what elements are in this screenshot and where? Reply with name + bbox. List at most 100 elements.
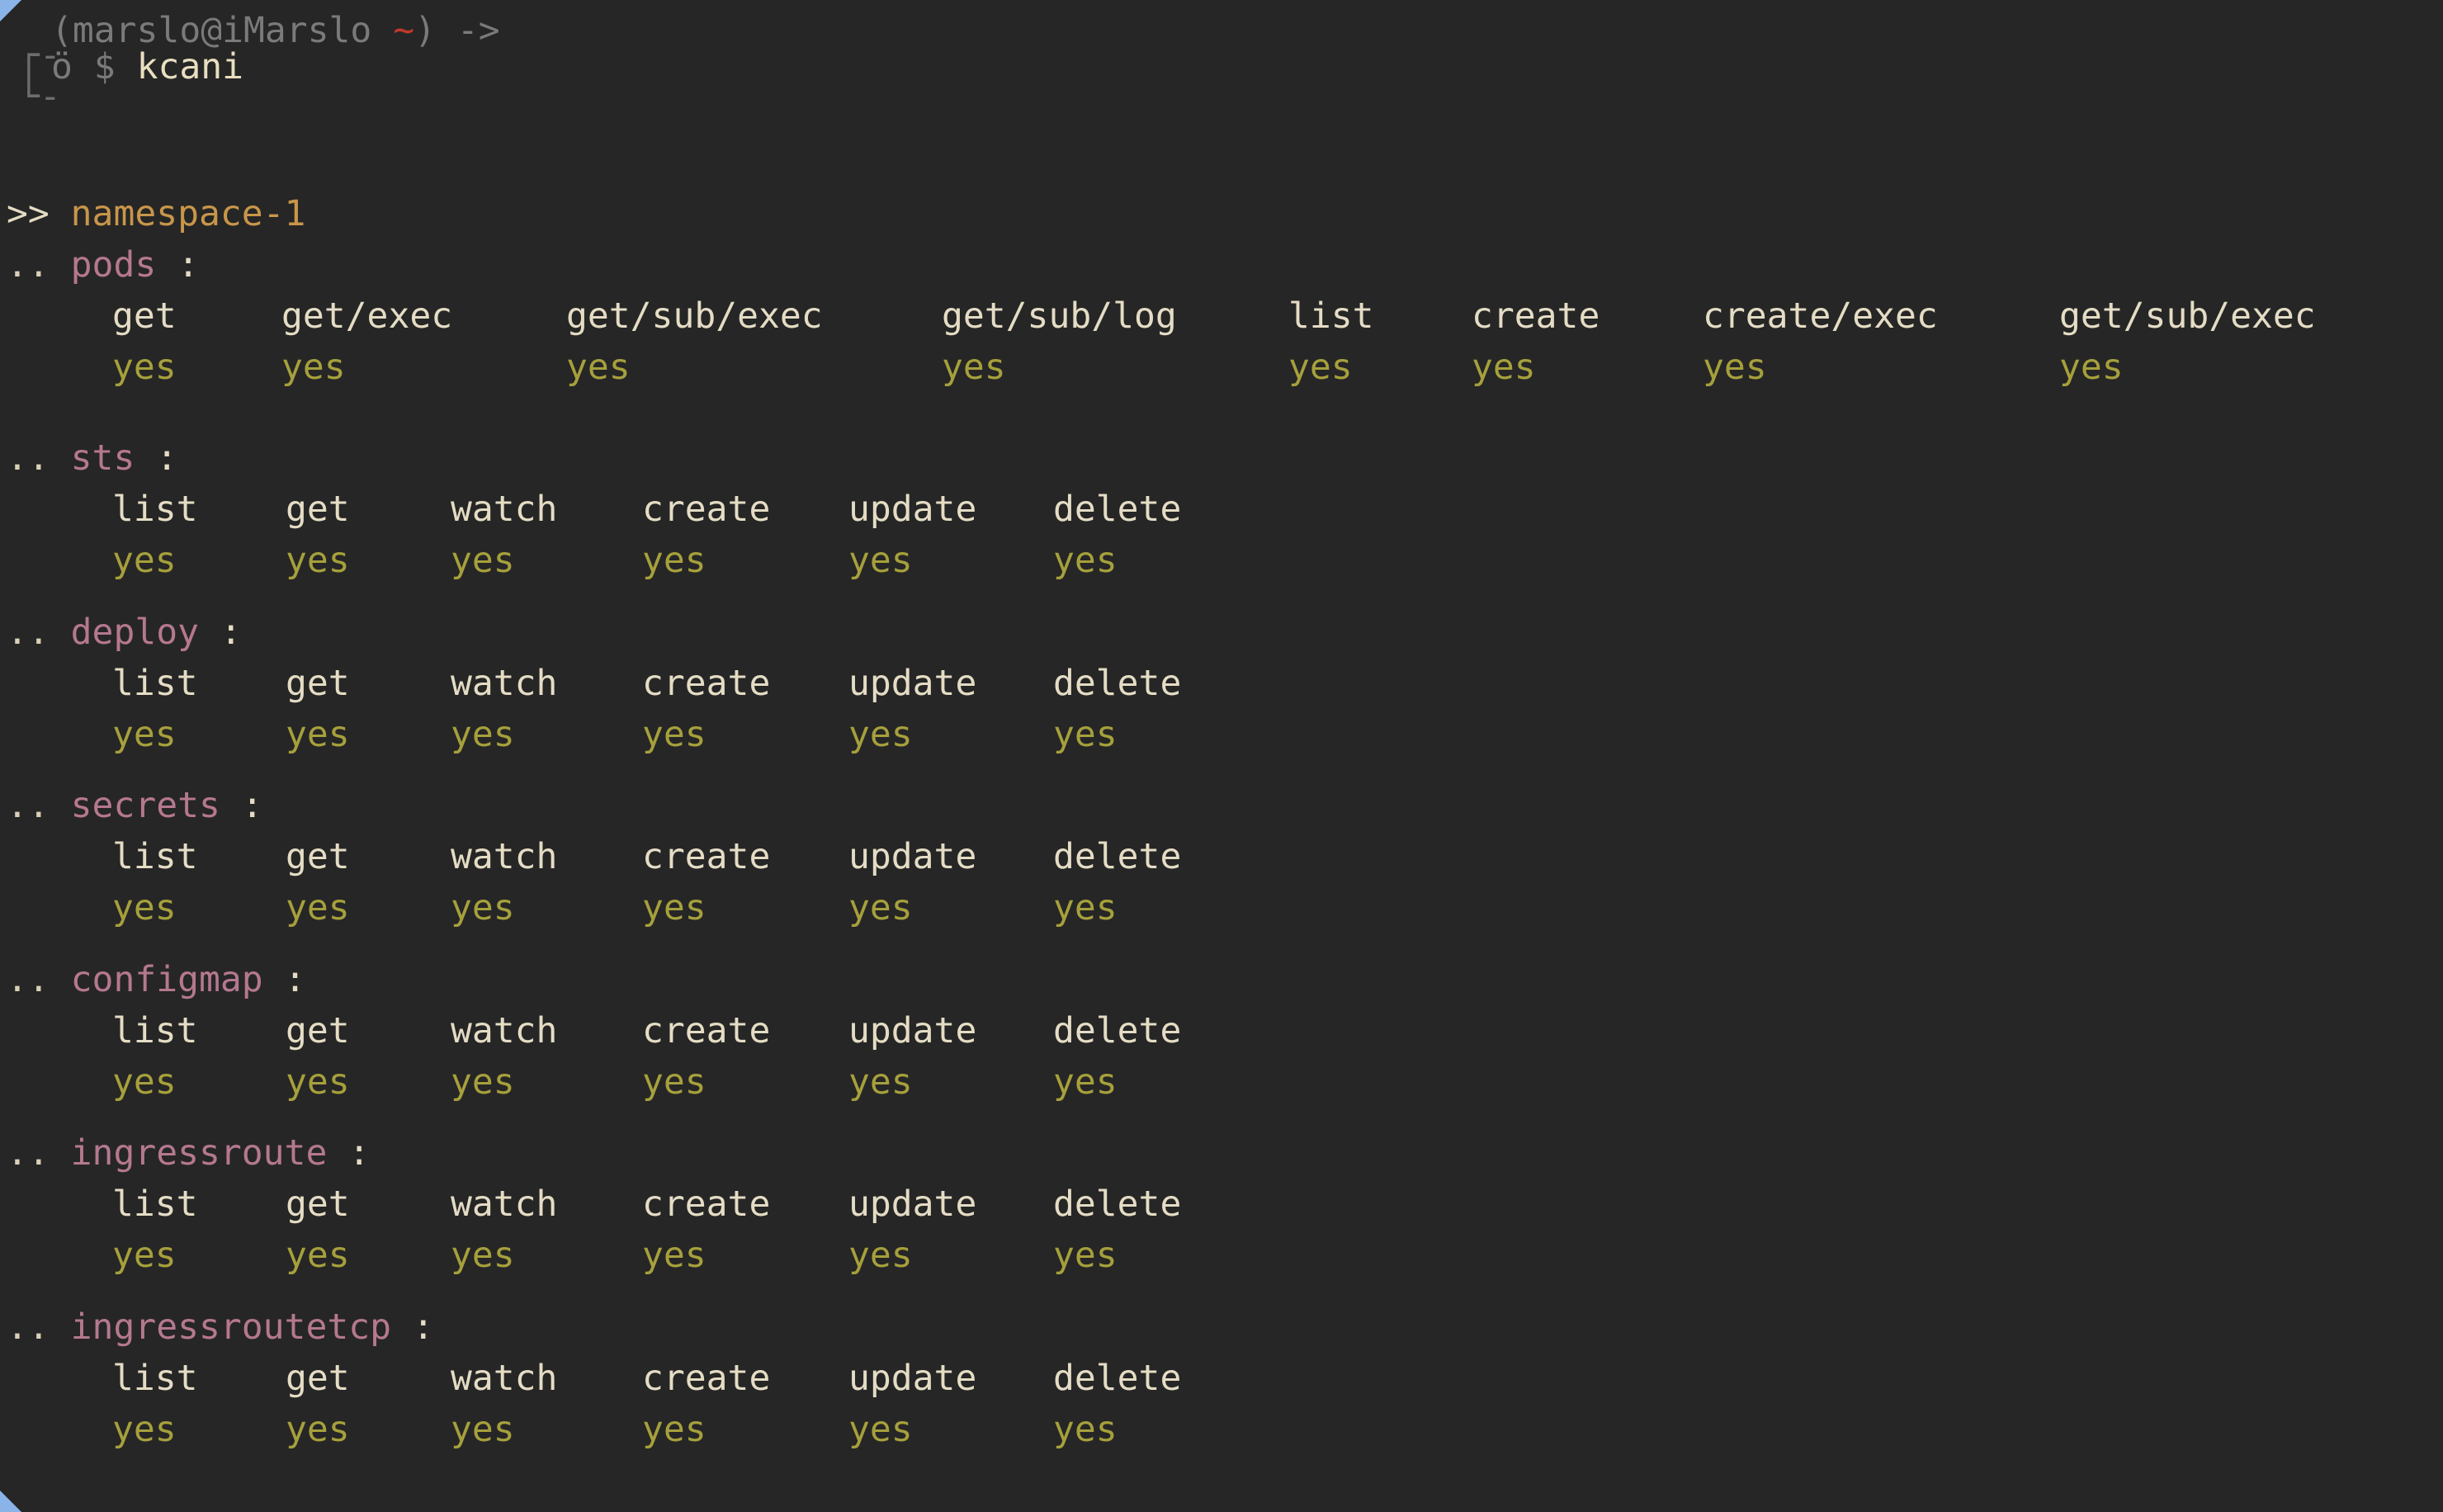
verb-value-cell: yes bbox=[112, 714, 177, 755]
verb-table-pods: get get/exec get/sub/exec get/sub/log li… bbox=[112, 291, 2316, 393]
verb-header-cell: get/sub/log bbox=[942, 295, 1177, 337]
verb-header-cell: create bbox=[642, 836, 771, 877]
resource-header-secrets: .. secrets : bbox=[7, 780, 263, 831]
verb-table-sts: list get watch create update delete yes yes yes y… bbox=[112, 484, 1181, 586]
resource-header-deploy: .. deploy : bbox=[7, 607, 242, 658]
verb-header-row: list get watch create update delete bbox=[112, 484, 1181, 535]
verb-header-cell: get bbox=[286, 489, 350, 530]
terminal-window[interactable]: ┌- └- (marslo@iMarslo ~) -> ö $ kcani >>… bbox=[0, 0, 2443, 1512]
verb-value-row: yes yes yes yes yes yes bbox=[112, 1056, 1181, 1108]
verb-header-cell: update bbox=[848, 1010, 977, 1051]
verb-header-cell: delete bbox=[1053, 836, 1182, 877]
prompt-sigil: $ bbox=[93, 46, 116, 87]
verb-value-cell: yes bbox=[451, 1235, 515, 1276]
verb-value-cell: yes bbox=[451, 540, 515, 581]
verb-value-cell: yes bbox=[1053, 540, 1118, 581]
resource-name-secrets[interactable]: secrets bbox=[71, 785, 220, 826]
resource-name-ingressroute[interactable]: ingressroute bbox=[71, 1132, 328, 1174]
verb-header-cell: delete bbox=[1053, 1358, 1182, 1399]
prompt-line-command[interactable]: ö $ kcani bbox=[51, 41, 243, 92]
verb-value-cell: yes bbox=[451, 887, 515, 928]
verb-value-cell: yes bbox=[286, 1061, 350, 1103]
verb-header-cell: watch bbox=[451, 836, 558, 877]
verb-header-row: list get watch create update delete bbox=[112, 1353, 1181, 1404]
verb-value-cell: yes bbox=[642, 1061, 706, 1103]
prompt-arrow-icon: -> bbox=[456, 10, 500, 51]
verb-header-cell: delete bbox=[1053, 663, 1182, 704]
verb-header-cell: create/exec bbox=[1703, 295, 1938, 337]
verb-value-cell: yes bbox=[642, 540, 706, 581]
verb-table-ingressroutetcp: list get watch create update delete yes yes yes y… bbox=[112, 1353, 1181, 1455]
verb-value-row: yes yes yes yes yes yes bbox=[112, 1404, 1181, 1455]
verb-value-row: yes yes yes yes yes yes bbox=[112, 882, 1181, 933]
verb-value-cell: yes bbox=[286, 540, 350, 581]
resource-marker-icon: .. bbox=[7, 437, 50, 479]
resource-name-configmap[interactable]: configmap bbox=[71, 959, 263, 1000]
resource-colon: : bbox=[177, 244, 200, 286]
verb-header-cell: list bbox=[112, 1184, 198, 1225]
verb-header-cell: list bbox=[1288, 295, 1374, 337]
verb-header-cell: get bbox=[286, 1358, 350, 1399]
verb-header-cell: watch bbox=[451, 489, 558, 530]
resource-marker-icon: .. bbox=[7, 785, 50, 826]
verb-header-cell: get/sub/exec bbox=[2059, 295, 2316, 337]
verb-header-row: list get watch create update delete bbox=[112, 1179, 1181, 1230]
verb-header-cell: update bbox=[848, 1358, 977, 1399]
verb-value-cell: yes bbox=[112, 1235, 177, 1276]
verb-header-cell: watch bbox=[451, 1184, 558, 1225]
verb-header-row: get get/exec get/sub/exec get/sub/log li… bbox=[112, 291, 2316, 342]
verb-value-cell: yes bbox=[848, 1409, 913, 1450]
verb-header-cell: list bbox=[112, 1358, 198, 1399]
verb-value-cell: yes bbox=[286, 714, 350, 755]
verb-value-cell: yes bbox=[942, 347, 1006, 388]
prompt-close-paren: ) bbox=[414, 10, 436, 51]
verb-value-cell: yes bbox=[1053, 1235, 1118, 1276]
verb-header-cell: delete bbox=[1053, 1184, 1182, 1225]
verb-table-secrets: list get watch create update delete yes yes yes y… bbox=[112, 831, 1181, 933]
verb-value-cell: yes bbox=[1053, 1409, 1118, 1450]
verb-value-cell: yes bbox=[112, 887, 177, 928]
verb-header-cell: get bbox=[286, 1010, 350, 1051]
resource-name-ingressroutetcp[interactable]: ingressroutetcp bbox=[71, 1306, 391, 1348]
namespace-marker-icon: >> bbox=[7, 193, 50, 234]
verb-header-cell: get bbox=[286, 836, 350, 877]
verb-value-cell: yes bbox=[1288, 347, 1353, 388]
verb-header-cell: get bbox=[112, 295, 177, 337]
verb-header-cell: get bbox=[286, 663, 350, 704]
verb-value-cell: yes bbox=[1472, 347, 1536, 388]
verb-header-cell: update bbox=[848, 1184, 977, 1225]
namespace-line: >> namespace-1 bbox=[7, 188, 305, 239]
verb-header-cell: list bbox=[112, 1010, 198, 1051]
resource-marker-icon: .. bbox=[7, 612, 50, 653]
verb-value-cell: yes bbox=[642, 1235, 706, 1276]
resource-name-pods[interactable]: pods bbox=[71, 244, 157, 286]
verb-value-cell: yes bbox=[1053, 1061, 1118, 1103]
verb-header-cell: update bbox=[848, 663, 977, 704]
verb-value-cell: yes bbox=[1703, 347, 1767, 388]
verb-header-cell: update bbox=[848, 489, 977, 530]
verb-header-cell: create bbox=[642, 663, 771, 704]
verb-value-cell: yes bbox=[112, 1061, 177, 1103]
verb-value-cell: yes bbox=[451, 1409, 515, 1450]
resource-name-deploy[interactable]: deploy bbox=[71, 612, 199, 653]
verb-header-row: list get watch create update delete bbox=[112, 1005, 1181, 1056]
resource-colon: : bbox=[241, 785, 263, 826]
verb-value-cell: yes bbox=[566, 347, 631, 388]
namespace-name[interactable]: namespace-1 bbox=[71, 193, 306, 234]
verb-value-cell: yes bbox=[451, 714, 515, 755]
verb-header-cell: create bbox=[642, 489, 771, 530]
verb-header-cell: create bbox=[642, 1184, 771, 1225]
verb-value-cell: yes bbox=[2059, 347, 2124, 388]
verb-header-row: list get watch create update delete bbox=[112, 831, 1181, 882]
resource-header-ingressroute: .. ingressroute : bbox=[7, 1127, 370, 1179]
verb-value-cell: yes bbox=[281, 347, 346, 388]
verb-value-cell: yes bbox=[848, 714, 913, 755]
resource-colon: : bbox=[284, 959, 306, 1000]
verb-header-cell: list bbox=[112, 489, 198, 530]
verb-value-row: yes yes yes yes yes yes bbox=[112, 709, 1181, 760]
resource-name-sts[interactable]: sts bbox=[71, 437, 135, 479]
verb-table-configmap: list get watch create update delete yes yes yes y… bbox=[112, 1005, 1181, 1108]
command-input[interactable]: kcani bbox=[137, 46, 243, 87]
verb-header-cell: list bbox=[112, 663, 198, 704]
prompt-bracket-top-glyph: ┌ bbox=[18, 35, 40, 76]
